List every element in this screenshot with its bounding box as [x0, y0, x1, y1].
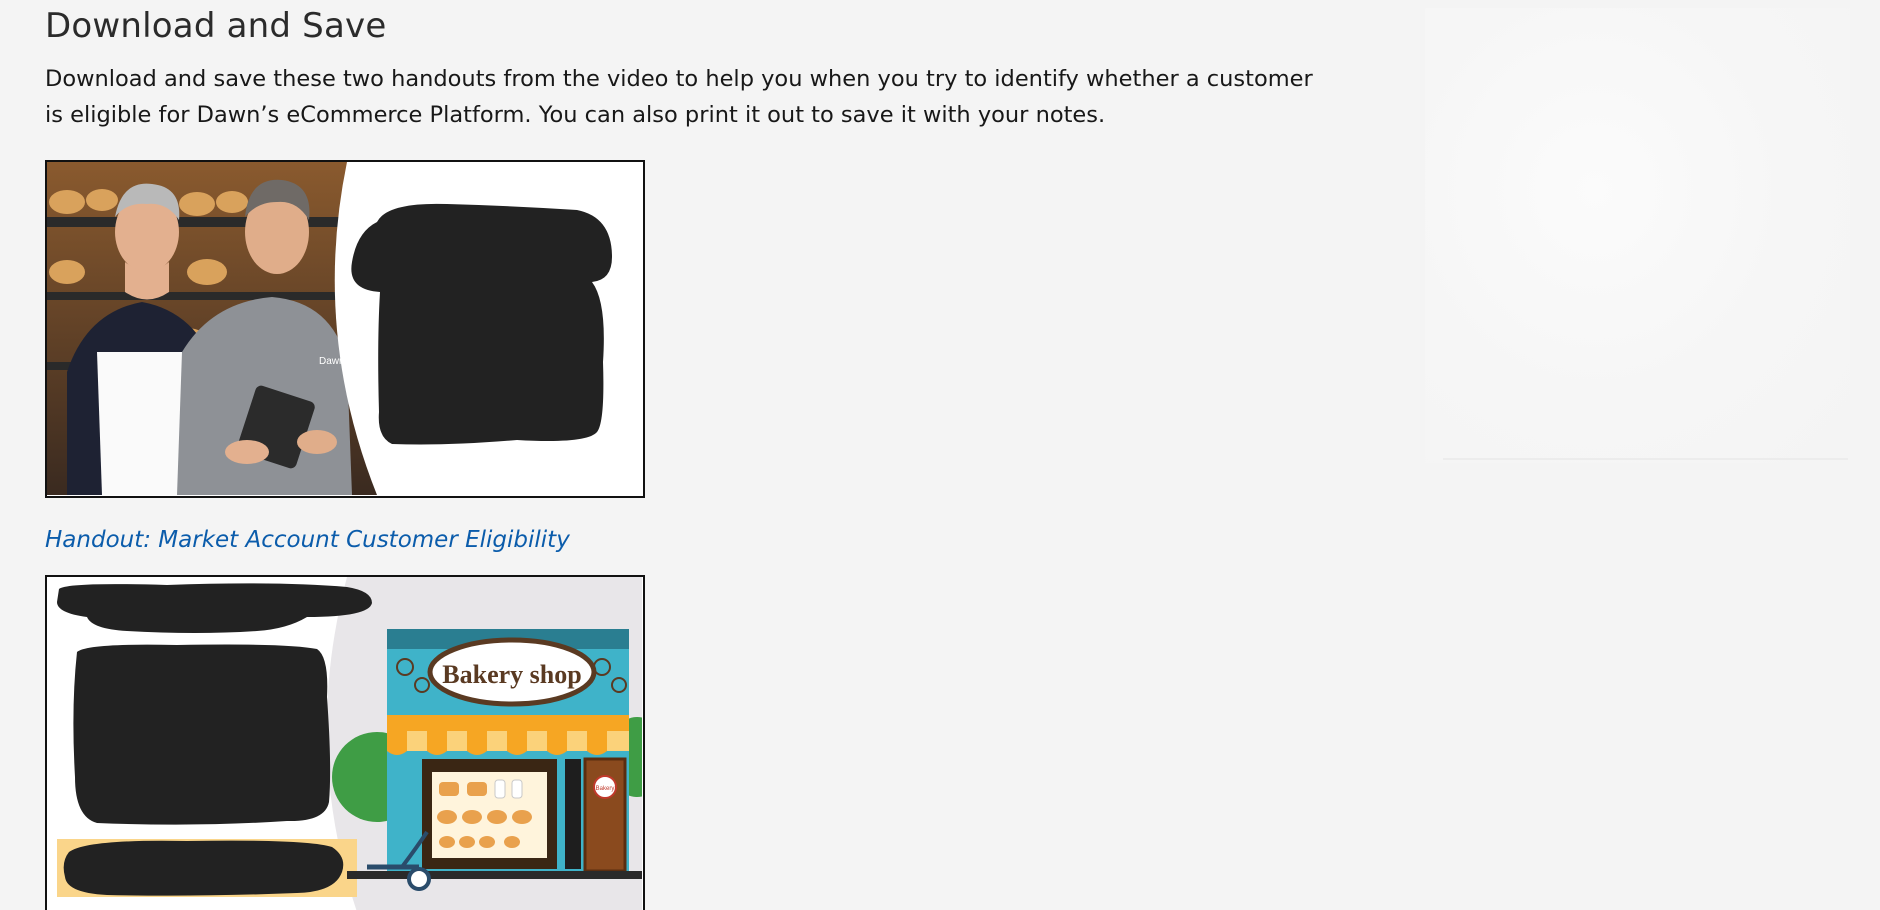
section-heading: Download and Save [45, 6, 387, 46]
redacted-body [73, 644, 331, 825]
shop-sign-text: Bakery shop [442, 660, 581, 689]
sidebar-placeholder [1425, 8, 1850, 463]
handout-link-market-account-eligibility[interactable]: Handout: Market Account Customer Eligibi… [45, 525, 570, 555]
main-content: Download and Save Download and save thes… [45, 0, 1345, 910]
menu-board [565, 759, 581, 869]
redacted-title-block [351, 203, 612, 445]
handout-1-image[interactable]: Dawn [45, 160, 645, 498]
section-intro-text: Download and save these two handouts fro… [45, 66, 1313, 128]
door-sign-text: Bakery [596, 786, 615, 792]
page: Download and Save Download and save thes… [0, 0, 1880, 910]
handout-2-image[interactable]: Bakery shop Bakery [45, 575, 645, 910]
sidebar-divider [1443, 458, 1848, 460]
handout-2-illustration: Bakery shop Bakery [57, 577, 643, 910]
redacted-heading [57, 583, 372, 633]
handout-1-illustration: Dawn [47, 162, 642, 495]
redacted-footer [63, 840, 344, 896]
